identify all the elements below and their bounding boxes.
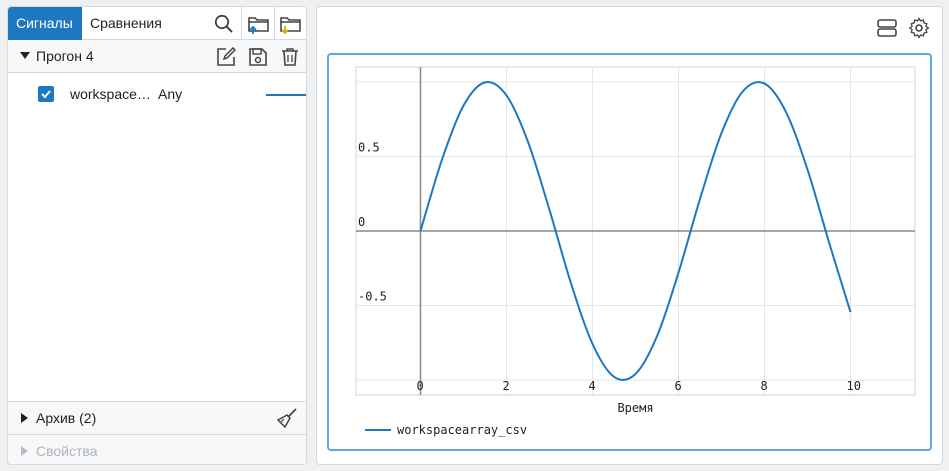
gear-icon[interactable] [906, 15, 932, 41]
x-tick-label: 2 [503, 379, 510, 393]
line-chart[interactable]: 0 2 4 6 8 10 0.5 0 -0.5 Время workspacearray_csv [329, 55, 930, 449]
trash-icon[interactable] [276, 43, 304, 71]
run-label: Прогон 4 [36, 48, 94, 64]
archive-header[interactable]: Архив (2) [8, 401, 306, 434]
save-icon[interactable] [244, 43, 272, 71]
x-tick-label: 8 [761, 379, 768, 393]
x-tick-label: 4 [589, 379, 596, 393]
tab-bar: Сигналы Сравнения [8, 7, 306, 40]
edit-icon[interactable] [212, 43, 240, 71]
tab-signals[interactable]: Сигналы [8, 7, 82, 40]
x-tick-label: 6 [675, 379, 682, 393]
run-header[interactable]: Прогон 4 [8, 40, 306, 73]
legend-label: workspacearray_csv [397, 423, 527, 437]
x-tick-label: 10 [847, 379, 861, 393]
y-tick-label: 0.5 [358, 140, 380, 154]
signal-row[interactable]: workspace… Any [8, 81, 306, 107]
plot-area[interactable]: 0 2 4 6 8 10 0.5 0 -0.5 Время workspacearray_csv [327, 53, 932, 451]
signal-checkbox[interactable] [38, 86, 54, 102]
signals-panel: Сигналы Сравнения Прогон 4 workspace… An… [7, 6, 307, 465]
plot-panel: 0 2 4 6 8 10 0.5 0 -0.5 Время workspacearray_csv [316, 6, 943, 465]
properties-label: Свойства [36, 443, 98, 459]
checkmark-icon [41, 90, 51, 99]
toolbar-divider [241, 7, 242, 40]
search-icon[interactable] [208, 7, 240, 40]
x-axis-label: Время [617, 401, 653, 415]
tab-comparisons[interactable]: Сравнения [82, 7, 170, 40]
y-tick-label: -0.5 [358, 290, 387, 304]
collapse-arrow-icon[interactable] [20, 52, 30, 59]
broom-icon[interactable] [274, 405, 300, 431]
properties-header[interactable]: Свойства [8, 434, 306, 464]
y-tick-label: 0 [358, 215, 365, 229]
expand-arrow-icon[interactable] [21, 446, 28, 456]
signal-name: workspace… [70, 86, 151, 102]
signal-type: Any [158, 86, 183, 102]
folder-download-icon[interactable] [275, 7, 306, 40]
signal-color-swatch [266, 94, 306, 96]
expand-arrow-icon[interactable] [21, 413, 28, 423]
archive-label: Архив (2) [36, 410, 97, 426]
x-tick-label: 0 [417, 379, 424, 393]
folder-upload-icon[interactable] [243, 7, 275, 40]
layout-icon[interactable] [874, 15, 900, 41]
